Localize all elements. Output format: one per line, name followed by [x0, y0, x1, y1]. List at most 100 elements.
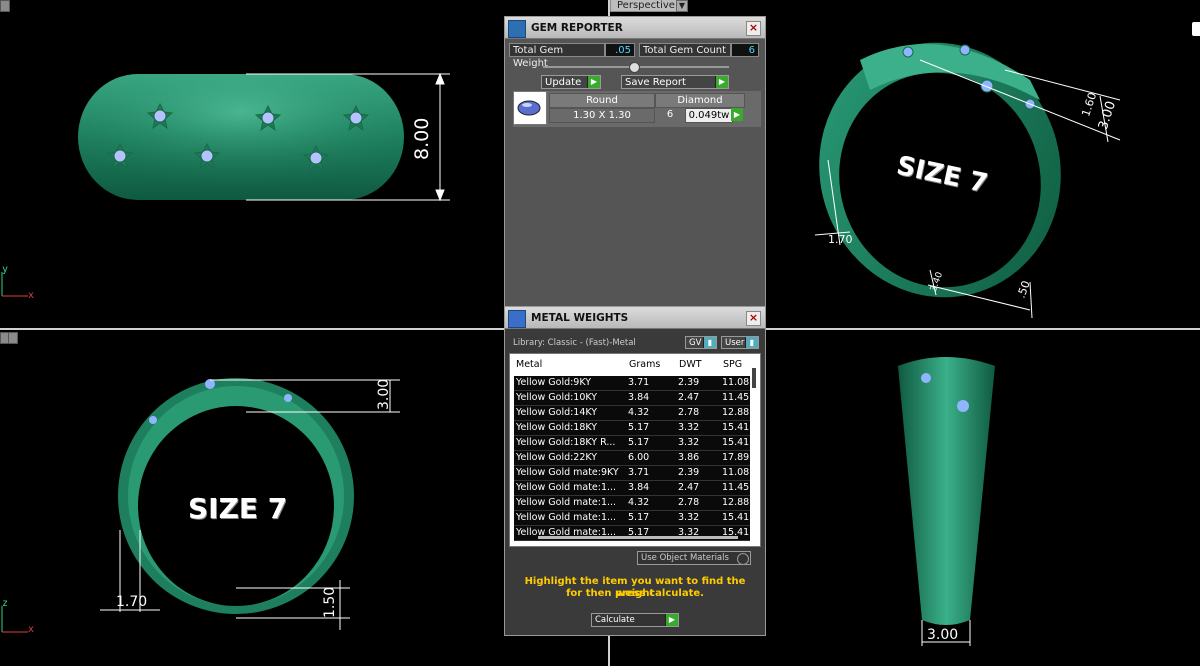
metal-grams-cell: 4.32	[628, 497, 650, 508]
metal-weights-title: METAL WEIGHTS	[531, 312, 629, 324]
metal-grams-cell: 4.32	[628, 407, 650, 418]
metal-spg-cell: 15.41	[722, 512, 750, 523]
metal-row[interactable]: Yellow Gold:18KY R... 5.17 3.32 15.41	[514, 436, 750, 451]
gem-row-go-icon[interactable]: ▶	[731, 108, 743, 121]
total-gem-weight-value[interactable]: .05	[605, 43, 635, 57]
user-toggle-icon: ▮	[745, 337, 758, 348]
metal-grams-cell: 5.17	[628, 437, 650, 448]
metal-dwt-cell: 2.78	[678, 407, 700, 418]
metal-row[interactable]: Yellow Gold mate:9KY 3.71 2.39 11.08	[514, 466, 750, 481]
gem-shape-header: Round	[549, 93, 655, 108]
metal-grams-cell: 3.71	[628, 377, 650, 388]
col-spg[interactable]: SPG	[723, 354, 742, 376]
metal-library-label: Library: Classic - (Fast)-Metal	[513, 338, 636, 348]
metal-row[interactable]: Yellow Gold:18KY 5.17 3.32 15.41	[514, 421, 750, 436]
metal-name-cell: Yellow Gold:9KY	[516, 377, 592, 388]
gem-reporter-panel[interactable]: GEM REPORTER × Total Gem Weight.05 Total…	[504, 16, 766, 308]
ring-top-body	[898, 357, 995, 625]
total-gem-weight-field: Total Gem Weight.05	[509, 43, 635, 69]
total-gem-weight-label: Total Gem Weight	[509, 43, 605, 69]
metal-row[interactable]: Yellow Gold:22KY 6.00 3.86 17.89	[514, 451, 750, 466]
metal-spg-cell: 11.08	[722, 377, 750, 388]
persp-thickness-label: 1.70	[828, 233, 853, 246]
metal-dwt-cell: 2.47	[678, 482, 700, 493]
metal-grams-cell: 3.84	[628, 392, 650, 403]
metal-name-cell: Yellow Gold mate:1...	[516, 497, 617, 508]
metal-dwt-cell: 3.32	[678, 422, 700, 433]
metal-grams-cell: 3.84	[628, 482, 650, 493]
metal-spg-cell: 11.08	[722, 467, 750, 478]
side-thickness-label: 1.70	[116, 594, 148, 610]
gem-count-cell[interactable]: 6	[655, 108, 685, 121]
metal-name-cell: Yellow Gold mate:1...	[516, 482, 617, 493]
total-gem-count-label: Total Gem Count	[639, 43, 731, 57]
total-gem-count-value[interactable]: 6	[731, 43, 759, 57]
metal-name-cell: Yellow Gold mate:1...	[516, 512, 617, 523]
metal-row[interactable]: Yellow Gold mate:1... 5.17 3.32 15.41	[514, 511, 750, 526]
metal-name-cell: Yellow Gold:18KY	[516, 422, 598, 433]
metal-weights-title-bar[interactable]: METAL WEIGHTS ×	[505, 307, 765, 329]
metal-rows: Yellow Gold:9KY 3.71 2.39 11.08 Yellow Gold:…	[514, 376, 750, 541]
metal-spg-cell: 17.89	[722, 452, 750, 463]
gem-reporter-title: GEM REPORTER	[531, 22, 623, 34]
save-report-go-icon: ▶	[715, 76, 728, 88]
front-height-label: 8.00	[411, 117, 433, 160]
metal-name-cell: Yellow Gold:22KY	[516, 452, 598, 463]
side-top-label: 3.00	[376, 378, 392, 410]
col-grams[interactable]: Grams	[629, 354, 660, 376]
metal-spg-cell: 12.88	[722, 407, 750, 418]
metal-list-vscroll-thumb[interactable]	[752, 368, 756, 388]
metal-grams-cell: 6.00	[628, 452, 650, 463]
metal-row[interactable]: Yellow Gold:9KY 3.71 2.39 11.08	[514, 376, 750, 391]
metal-dwt-cell: 2.78	[678, 497, 700, 508]
metal-weights-panel[interactable]: METAL WEIGHTS × Library: Classic - (Fast…	[504, 306, 766, 636]
metal-row[interactable]: Yellow Gold:10KY 3.84 2.47 11.45	[514, 391, 750, 406]
gem-reporter-slider-handle[interactable]	[629, 62, 640, 73]
axis-gizmo-bottom	[1, 606, 28, 633]
metal-dwt-cell: 3.32	[678, 437, 700, 448]
col-metal[interactable]: Metal	[516, 354, 542, 376]
col-dwt[interactable]: DWT	[679, 354, 702, 376]
metal-list-header: Metal Grams DWT SPG	[510, 354, 760, 376]
gem-reporter-close-icon[interactable]: ×	[746, 21, 761, 36]
metal-grams-cell: 5.17	[628, 512, 650, 523]
metal-row[interactable]: Yellow Gold mate:1... 4.32 2.78 12.88	[514, 496, 750, 511]
metal-name-cell: Yellow Gold:18KY R...	[516, 437, 616, 448]
calculate-button[interactable]: Calculate ▶	[591, 613, 679, 627]
save-report-button[interactable]: Save Report ▶	[621, 75, 729, 89]
metal-weights-close-icon[interactable]: ×	[746, 311, 761, 326]
gv-toggle-icon: ▮	[703, 337, 716, 348]
metal-grams-cell: 3.71	[628, 467, 650, 478]
metal-list-hscroll[interactable]	[538, 536, 738, 539]
viewport-side-handle-icon[interactable]	[1192, 22, 1200, 36]
metal-dwt-cell: 3.32	[678, 512, 700, 523]
user-toggle-button[interactable]: User ▮	[721, 336, 759, 349]
total-gem-count-field: Total Gem Count 6	[639, 43, 759, 59]
metal-row[interactable]: Yellow Gold:14KY 4.32 2.78 12.88	[514, 406, 750, 421]
round-gem-thumbnail[interactable]	[513, 91, 547, 125]
metal-row[interactable]: Yellow Gold mate:1... 3.84 2.47 11.45	[514, 481, 750, 496]
gv-toggle-button[interactable]: GV ▮	[685, 336, 717, 349]
gem-weight-cell[interactable]: 0.049tw	[685, 108, 733, 123]
metal-hint-line2: for then press calculate.	[566, 588, 704, 599]
metal-list[interactable]: Metal Grams DWT SPG Yellow Gold:9KY 3.71 2…	[509, 353, 761, 547]
update-button[interactable]: Update ▶	[541, 75, 601, 89]
metal-dwt-cell: 2.47	[678, 392, 700, 403]
metal-spg-cell: 11.45	[722, 482, 750, 493]
metal-dwt-cell: 3.86	[678, 452, 700, 463]
metal-name-cell: Yellow Gold mate:9KY	[516, 467, 619, 478]
metal-dwt-cell: 2.39	[678, 467, 700, 478]
gem-reporter-icon	[508, 20, 526, 38]
use-object-materials-checkbox[interactable]: Use Object Materials	[637, 551, 751, 565]
gem-table[interactable]: Round Diamond 1.30 X 1.30 6 0.049tw ▶	[513, 91, 761, 127]
gem-reporter-title-bar[interactable]: GEM REPORTER ×	[505, 17, 765, 39]
update-go-icon: ▶	[587, 76, 600, 88]
metal-weights-icon	[508, 310, 526, 328]
size-label-side: SIZE 7	[188, 492, 288, 525]
calculate-go-icon: ▶	[665, 614, 678, 626]
ring-front-body	[78, 74, 404, 200]
axis-gizmo-top	[1, 272, 28, 297]
metal-dwt-cell: 2.39	[678, 377, 700, 388]
metal-name-cell: Yellow Gold:14KY	[516, 407, 598, 418]
gem-size-cell[interactable]: 1.30 X 1.30	[549, 108, 655, 123]
